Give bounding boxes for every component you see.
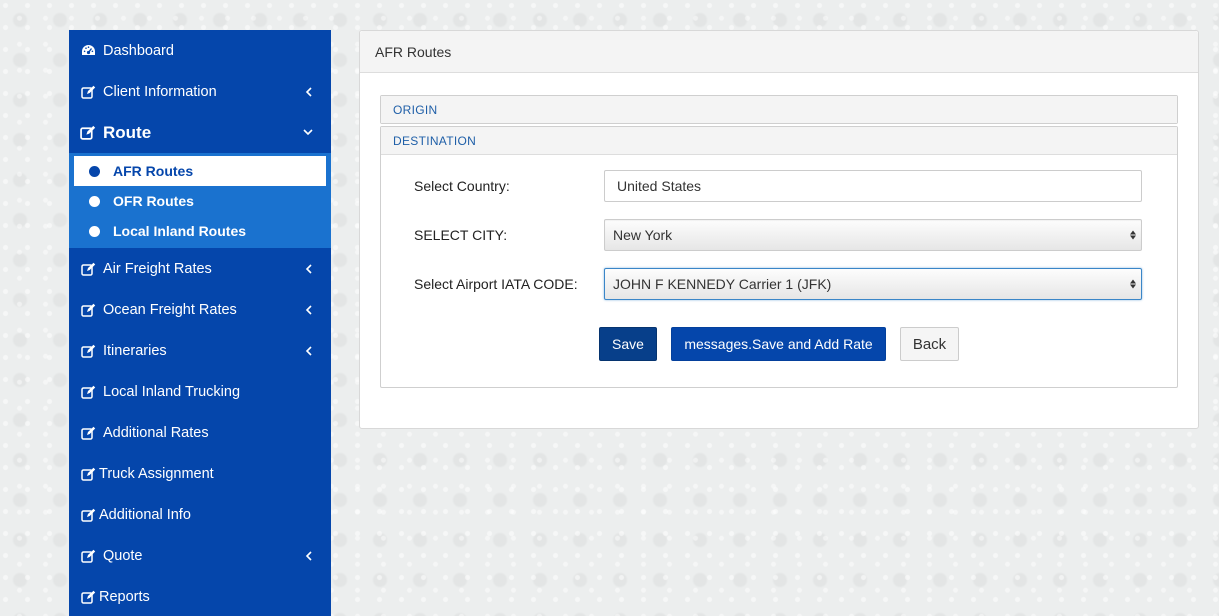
- chevron-left-icon: [303, 86, 313, 97]
- submenu-item-label: AFR Routes: [113, 163, 194, 179]
- sidebar-item-additional-info[interactable]: Additional Info: [69, 494, 331, 535]
- sidebar-item-label: Additional Rates: [103, 424, 209, 441]
- chevron-left-icon: [303, 263, 313, 274]
- country-label: Select Country:: [414, 178, 510, 194]
- destination-section: DESTINATION Select Country: United State…: [380, 126, 1178, 388]
- sidebar-item-label: Ocean Freight Rates: [103, 301, 237, 318]
- sidebar-item-ocean-freight-rates[interactable]: Ocean Freight Rates: [69, 289, 331, 330]
- origin-section: ORIGIN: [380, 95, 1178, 124]
- edit-icon: [79, 588, 97, 606]
- edit-icon: [79, 260, 97, 278]
- submenu-item-afr-routes[interactable]: AFR Routes: [74, 156, 326, 186]
- sidebar-item-additional-rates[interactable]: Additional Rates: [69, 412, 331, 453]
- sidebar-item-label: Local Inland Trucking: [103, 383, 241, 400]
- sidebar-item-label: Itineraries: [103, 342, 167, 359]
- iata-label: Select Airport IATA CODE:: [414, 276, 578, 292]
- edit-icon: [79, 424, 97, 442]
- city-select[interactable]: New York: [604, 219, 1142, 251]
- chevron-left-icon: [303, 550, 313, 561]
- sidebar-item-label: Dashboard: [103, 42, 174, 59]
- bullet-icon: [89, 195, 100, 207]
- submenu-item-label: Local Inland Routes: [113, 223, 247, 239]
- sidebar-item-quote[interactable]: Quote: [69, 535, 331, 576]
- submenu-item-local-inland-routes[interactable]: Local Inland Routes: [69, 216, 331, 246]
- sidebar-item-label: Additional Info: [99, 506, 191, 523]
- country-row: Select Country: United States: [414, 169, 1144, 203]
- edit-icon: [79, 383, 97, 401]
- sidebar-item-truck-assignment[interactable]: Truck Assignment: [69, 453, 331, 494]
- select-arrows-icon: [1130, 279, 1136, 289]
- sidebar-item-label: Client Information: [103, 83, 217, 100]
- afr-routes-panel: AFR Routes ORIGIN DESTINATION Select Cou…: [359, 30, 1199, 429]
- sidebar-item-label: Route: [103, 122, 152, 142]
- chevron-down-icon: [303, 128, 313, 138]
- route-submenu: AFR Routes OFR Routes Local Inland Route…: [69, 153, 331, 248]
- iata-value: JOHN F KENNEDY Carrier 1 (JFK): [613, 276, 832, 292]
- back-button[interactable]: Back: [900, 327, 959, 361]
- edit-icon: [79, 506, 97, 524]
- bullet-icon: [89, 225, 100, 237]
- destination-section-header[interactable]: DESTINATION: [381, 127, 1177, 155]
- city-label: SELECT CITY:: [414, 227, 508, 243]
- save-button[interactable]: Save: [599, 327, 657, 361]
- bullet-icon: [89, 165, 100, 177]
- chevron-left-icon: [303, 304, 313, 315]
- edit-icon: [79, 301, 97, 319]
- chevron-left-icon: [303, 345, 313, 356]
- save-and-add-rate-button[interactable]: messages.Save and Add Rate: [671, 327, 886, 361]
- sidebar-item-dashboard[interactable]: Dashboard: [69, 30, 331, 71]
- edit-icon: [79, 342, 97, 360]
- panel-title: AFR Routes: [360, 31, 1198, 73]
- sidebar-item-itineraries[interactable]: Itineraries: [69, 330, 331, 371]
- edit-icon: [79, 465, 97, 483]
- city-value: New York: [613, 227, 673, 243]
- sidebar-item-reports[interactable]: Reports: [69, 576, 331, 616]
- select-arrows-icon: [1130, 230, 1136, 240]
- submenu-item-label: OFR Routes: [113, 193, 194, 209]
- edit-icon: [79, 547, 97, 565]
- sidebar-item-route[interactable]: Route: [69, 112, 331, 153]
- city-row: SELECT CITY: New York: [414, 218, 1144, 252]
- sidebar-item-label: Quote: [103, 547, 143, 564]
- dashboard-icon: [79, 42, 97, 60]
- sidebar-item-local-inland-trucking[interactable]: Local Inland Trucking: [69, 371, 331, 412]
- sidebar-item-label: Truck Assignment: [99, 465, 214, 482]
- edit-icon: [79, 83, 97, 101]
- sidebar: Dashboard Client Information Route AFR R…: [69, 30, 331, 616]
- country-value: United States: [617, 178, 702, 194]
- country-input[interactable]: United States: [604, 170, 1142, 202]
- sidebar-item-label: Reports: [99, 588, 150, 605]
- sidebar-item-label: Air Freight Rates: [103, 260, 212, 277]
- origin-section-header[interactable]: ORIGIN: [381, 96, 1177, 123]
- iata-row: Select Airport IATA CODE: JOHN F KENNEDY…: [414, 267, 1144, 301]
- submenu-item-ofr-routes[interactable]: OFR Routes: [69, 186, 331, 216]
- sidebar-item-air-freight-rates[interactable]: Air Freight Rates: [69, 248, 331, 289]
- sidebar-item-client-information[interactable]: Client Information: [69, 71, 331, 112]
- iata-select[interactable]: JOHN F KENNEDY Carrier 1 (JFK): [604, 268, 1142, 300]
- edit-icon: [79, 124, 97, 142]
